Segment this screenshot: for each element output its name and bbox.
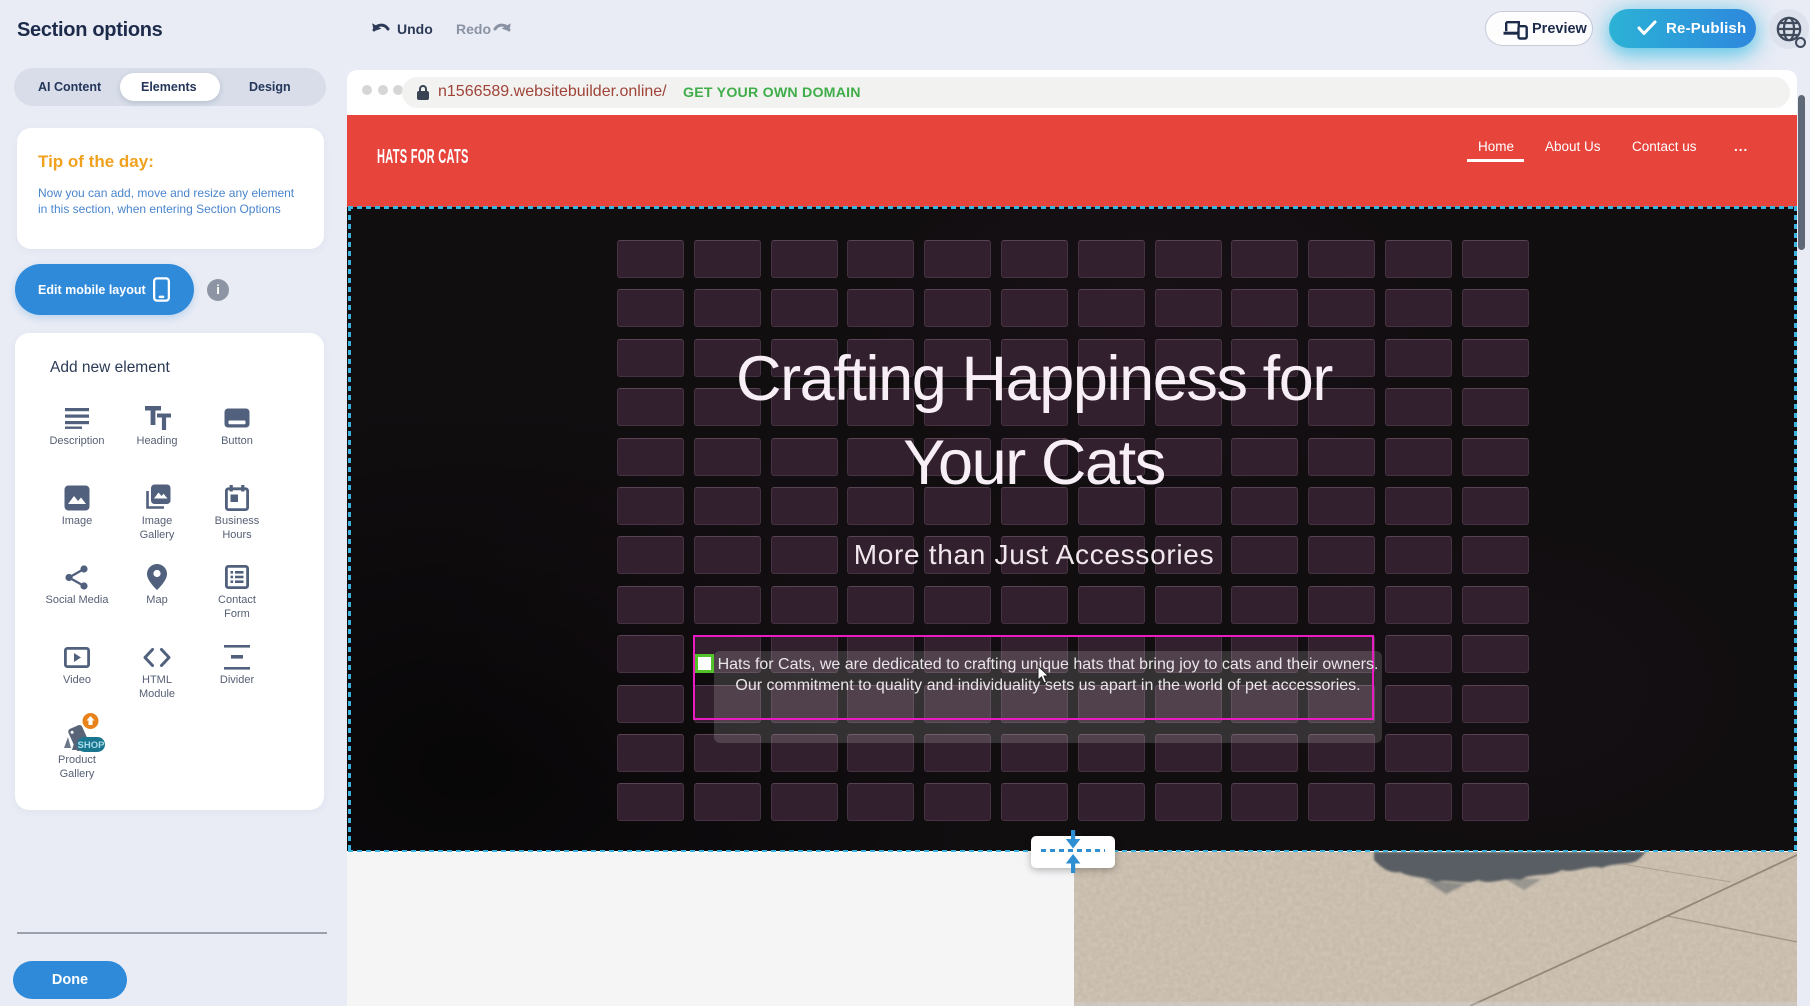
- svg-text:SHOP: SHOP: [78, 740, 106, 751]
